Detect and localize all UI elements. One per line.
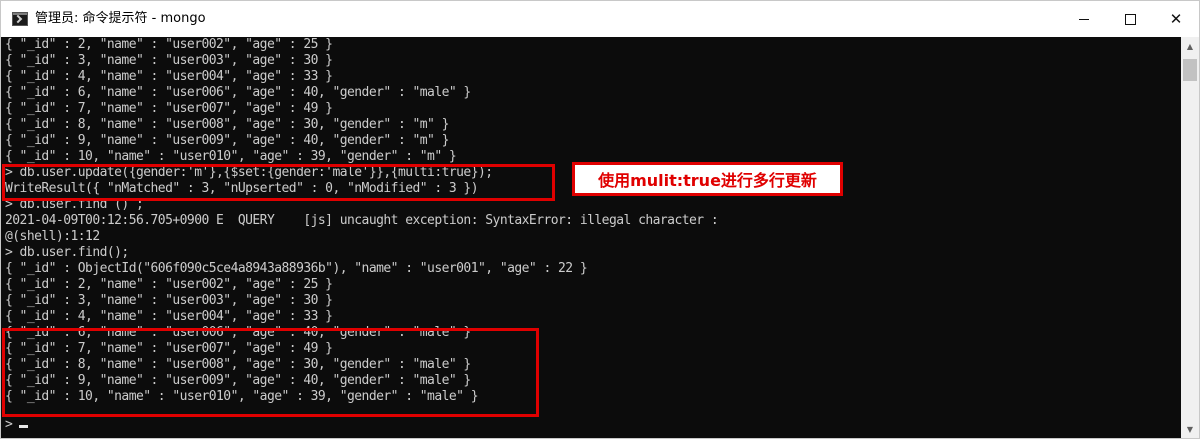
console-line: { "_id" : 3, "name" : "user003", "age" :… [5, 53, 333, 68]
console-line: { "_id" : 9, "name" : "user009", "age" :… [5, 133, 449, 148]
console-line: > db.user.find(); [5, 245, 129, 260]
highlight-updated-results [2, 328, 539, 417]
cmd-window: 管理员: 命令提示符 - mongo ✕ { "_id" : 2, "name"… [0, 0, 1200, 439]
minimize-icon [1079, 18, 1089, 20]
text-cursor [19, 425, 28, 428]
console-line: { "_id" : 6, "name" : "user006", "age" :… [5, 85, 471, 100]
scroll-down-icon[interactable]: ▼ [1181, 420, 1199, 438]
console-prompt: > [5, 417, 13, 432]
console-line: 2021-04-09T00:12:56.705+0900 E QUERY [js… [5, 213, 719, 228]
console-line: { "_id" : 2, "name" : "user002", "age" :… [5, 37, 333, 52]
console-line: { "_id" : 3, "name" : "user003", "age" :… [5, 293, 333, 308]
highlight-update-command [2, 164, 555, 201]
console-line: @(shell):1:12 [5, 229, 100, 244]
annotation-callout: 使用mulit:true进行多行更新 [572, 162, 843, 196]
title-bar[interactable]: 管理员: 命令提示符 - mongo ✕ [1, 1, 1199, 37]
close-button[interactable]: ✕ [1153, 1, 1199, 37]
console-line: { "_id" : 4, "name" : "user004", "age" :… [5, 69, 333, 84]
console-line: { "_id" : 2, "name" : "user002", "age" :… [5, 277, 333, 292]
cmd-icon [12, 12, 28, 26]
maximize-icon [1124, 13, 1136, 25]
scroll-thumb[interactable] [1183, 59, 1197, 81]
console-line: { "_id" : 7, "name" : "user007", "age" :… [5, 101, 333, 116]
minimize-button[interactable] [1061, 1, 1107, 37]
console-line: { "_id" : ObjectId("606f090c5ce4a8943a88… [5, 261, 588, 276]
console-line: { "_id" : 8, "name" : "user008", "age" :… [5, 117, 449, 132]
close-icon: ✕ [1169, 10, 1183, 28]
maximize-button[interactable] [1107, 1, 1153, 37]
vertical-scrollbar[interactable]: ▲ ▼ [1181, 37, 1199, 438]
console-line: { "_id" : 4, "name" : "user004", "age" :… [5, 309, 333, 324]
console-line: { "_id" : 10, "name" : "user010", "age" … [5, 149, 457, 164]
scroll-up-icon[interactable]: ▲ [1181, 37, 1199, 55]
window-title: 管理员: 命令提示符 - mongo [35, 11, 206, 26]
